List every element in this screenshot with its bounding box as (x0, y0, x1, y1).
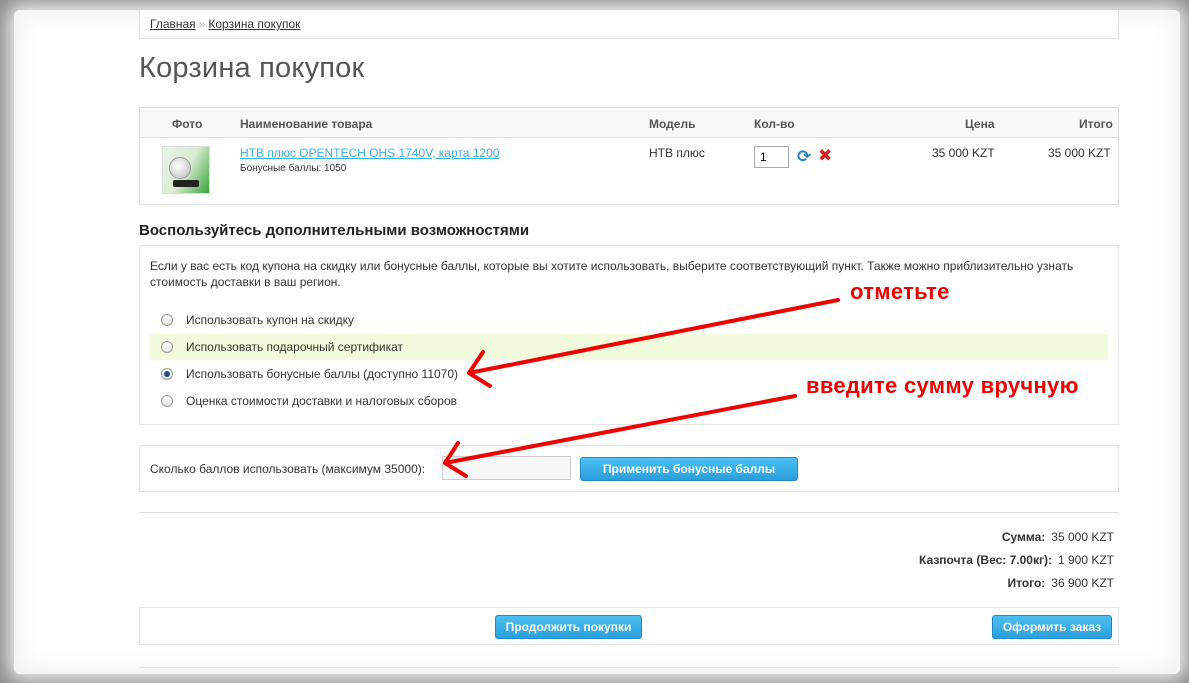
bonus-points-label: Сколько баллов использовать (максимум 35… (150, 462, 426, 476)
totals-label: Сумма: (1001, 529, 1046, 544)
annotation-enter-amount: введите сумму вручную (806, 373, 1079, 398)
product-thumbnail[interactable] (162, 146, 210, 194)
satellite-dish-image (169, 157, 191, 179)
option-label: Использовать купон на скидку (186, 313, 355, 327)
breadcrumb-separator: » (198, 17, 206, 31)
order-totals: Сумма: 35 000 KZT Казпочта (Вес: 7.00кг)… (700, 525, 1114, 594)
header-total: Итого (1079, 117, 1113, 131)
cart-table: Фото Наименование товара Модель Кол-во Ц… (139, 107, 1119, 205)
product-price: 35 000 KZT (932, 146, 995, 160)
totals-row-total: Итого: 36 900 KZT (700, 571, 1114, 594)
annotation-mark: отметьте (850, 279, 950, 304)
header-model: Модель (649, 117, 696, 131)
continue-shopping-button[interactable]: Продолжить покупки (495, 615, 642, 639)
apply-bonus-button[interactable]: Применить бонусные баллы (580, 457, 798, 481)
product-bonus-points: Бонусные баллы: 1050 (240, 163, 347, 174)
header-qty: Кол-во (754, 117, 795, 131)
totals-label: Казпочта (Вес: 7.00кг): (919, 552, 1052, 567)
bottom-divider (139, 667, 1119, 668)
cart-actions: Продолжить покупки Оформить заказ (139, 607, 1119, 645)
bonus-points-input[interactable] (442, 456, 571, 480)
breadcrumb-home-link[interactable]: Главная (150, 17, 196, 31)
shipping-estimate-radio[interactable] (161, 395, 173, 407)
totals-value: 36 900 KZT (1051, 575, 1114, 590)
option-coupon[interactable]: Использовать купон на скидку (150, 307, 1108, 333)
remove-icon[interactable]: ✖ (818, 147, 832, 165)
totals-value: 1 900 KZT (1057, 552, 1114, 567)
product-name-link[interactable]: НТВ плюс OPENTECH OHS 1740V, карта 1200 (240, 146, 499, 160)
option-label: Оценка стоимости доставки и налоговых сб… (186, 394, 458, 408)
refresh-icon[interactable]: ⟳ (797, 148, 811, 166)
bonus-points-radio[interactable] (161, 368, 173, 380)
header-name: Наименование товара (240, 117, 373, 131)
totals-label: Итого: (1007, 575, 1046, 590)
totals-row-subtotal: Сумма: 35 000 KZT (700, 525, 1114, 548)
page-title: Корзина покупок (139, 52, 365, 84)
product-model: НТВ плюс (649, 146, 705, 160)
header-price: Цена (965, 117, 995, 131)
cart-table-header: Фото Наименование товара Модель Кол-во Ц… (140, 108, 1118, 138)
options-intro: Если у вас есть код купона на скидку или… (150, 259, 1074, 289)
table-row: НТВ плюс OPENTECH OHS 1740V, карта 1200 … (140, 138, 1118, 204)
checkout-button[interactable]: Оформить заказ (992, 615, 1112, 639)
totals-row-shipping: Казпочта (Вес: 7.00кг): 1 900 KZT (700, 548, 1114, 571)
divider (139, 512, 1119, 513)
breadcrumb-current-link[interactable]: Корзина покупок (208, 17, 300, 31)
option-label: Использовать подарочный сертификат (186, 340, 404, 354)
product-total: 35 000 KZT (1048, 146, 1111, 160)
option-gift-certificate[interactable]: Использовать подарочный сертификат (150, 334, 1108, 360)
bonus-points-form: Сколько баллов использовать (максимум 35… (139, 445, 1119, 492)
coupon-radio[interactable] (161, 314, 173, 326)
option-label: Использовать бонусные баллы (доступно 11… (186, 367, 459, 381)
options-heading: Воспользуйтесь дополнительными возможнос… (139, 222, 530, 239)
receiver-image (173, 180, 199, 187)
header-photo: Фото (172, 117, 203, 131)
gift-certificate-radio[interactable] (161, 341, 173, 353)
quantity-input[interactable] (754, 146, 789, 168)
breadcrumb: Главная» Корзина покупок (139, 10, 1119, 39)
totals-value: 35 000 KZT (1051, 529, 1114, 544)
